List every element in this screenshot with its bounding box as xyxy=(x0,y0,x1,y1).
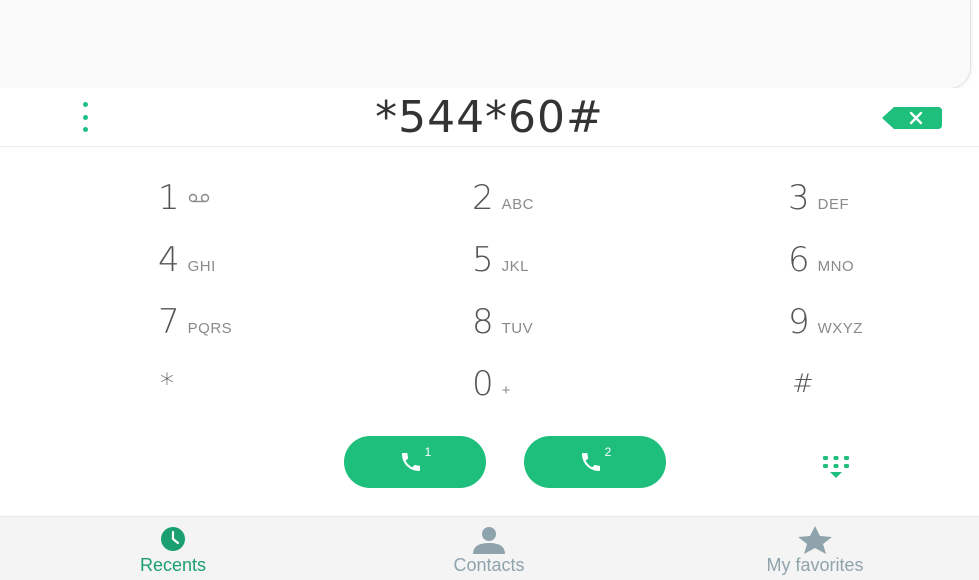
key-6[interactable]: 6 MNO xyxy=(788,232,854,288)
key-2[interactable]: 2 ABC xyxy=(472,170,534,226)
tab-label: My favorites xyxy=(766,555,864,575)
key-hash[interactable]: # xyxy=(792,356,814,412)
key-digit: 2 xyxy=(472,178,494,218)
phone-icon xyxy=(581,453,600,471)
key-letters: GHI xyxy=(187,258,216,275)
key-8[interactable]: 8 TUV xyxy=(472,294,533,350)
key-letters: PQRS xyxy=(187,320,233,337)
bottom-tab-bar: Recents Contacts My favorites xyxy=(0,516,979,580)
key-letters: JKL xyxy=(501,258,529,275)
key-digit: 4 xyxy=(158,240,180,280)
key-digit: 1 xyxy=(158,178,180,218)
key-digit: 9 xyxy=(788,302,810,342)
key-digit: * xyxy=(160,367,174,400)
key-digit: 5 xyxy=(472,240,494,280)
sim-number: 1 xyxy=(424,445,432,459)
key-letters: WXYZ xyxy=(817,320,863,337)
key-1[interactable]: 1 xyxy=(158,170,210,226)
key-letters: + xyxy=(501,382,511,399)
number-display-bar: *544*60# xyxy=(0,88,979,147)
call-sim1-button[interactable]: 1 xyxy=(344,436,486,488)
tab-recents[interactable]: Recents xyxy=(10,517,336,580)
voicemail-icon xyxy=(188,193,209,203)
tab-label: Contacts xyxy=(453,555,525,575)
sim-number: 2 xyxy=(604,445,612,459)
key-digit: # xyxy=(792,369,814,399)
key-digit: 8 xyxy=(472,302,494,342)
key-5[interactable]: 5 JKL xyxy=(472,232,529,288)
tab-contacts[interactable]: Contacts xyxy=(326,517,652,580)
key-digit: 0 xyxy=(472,364,494,404)
backspace-icon[interactable] xyxy=(880,105,944,131)
key-4[interactable]: 4 GHI xyxy=(158,232,216,288)
key-7[interactable]: 7 PQRS xyxy=(158,294,232,350)
dialed-number[interactable]: *544*60# xyxy=(0,92,979,143)
key-digit: 7 xyxy=(158,302,180,342)
key-letters: DEF xyxy=(817,196,850,213)
key-digit: 3 xyxy=(788,178,810,218)
key-digit: 6 xyxy=(788,240,810,280)
person-icon xyxy=(473,527,505,554)
clock-icon xyxy=(161,527,185,551)
dialer-screen: *544*60# 1 2 ABC 3 DEF 4 GHI 5 JKL 6 MNO… xyxy=(0,0,979,580)
key-3[interactable]: 3 DEF xyxy=(788,170,849,226)
key-9[interactable]: 9 WXYZ xyxy=(788,294,863,350)
recent-calls-panel xyxy=(0,0,971,89)
key-letters: MNO xyxy=(817,258,855,275)
dialpad-toggle-icon[interactable] xyxy=(820,452,852,480)
key-0[interactable]: 0 + xyxy=(472,356,511,412)
key-star[interactable]: * xyxy=(160,356,174,412)
phone-icon xyxy=(401,453,420,471)
star-icon xyxy=(798,526,832,554)
tab-favorites[interactable]: My favorites xyxy=(652,517,978,580)
key-letters: ABC xyxy=(501,196,534,213)
tab-label: Recents xyxy=(139,555,207,575)
key-letters: TUV xyxy=(501,320,534,337)
call-sim2-button[interactable]: 2 xyxy=(524,436,666,488)
